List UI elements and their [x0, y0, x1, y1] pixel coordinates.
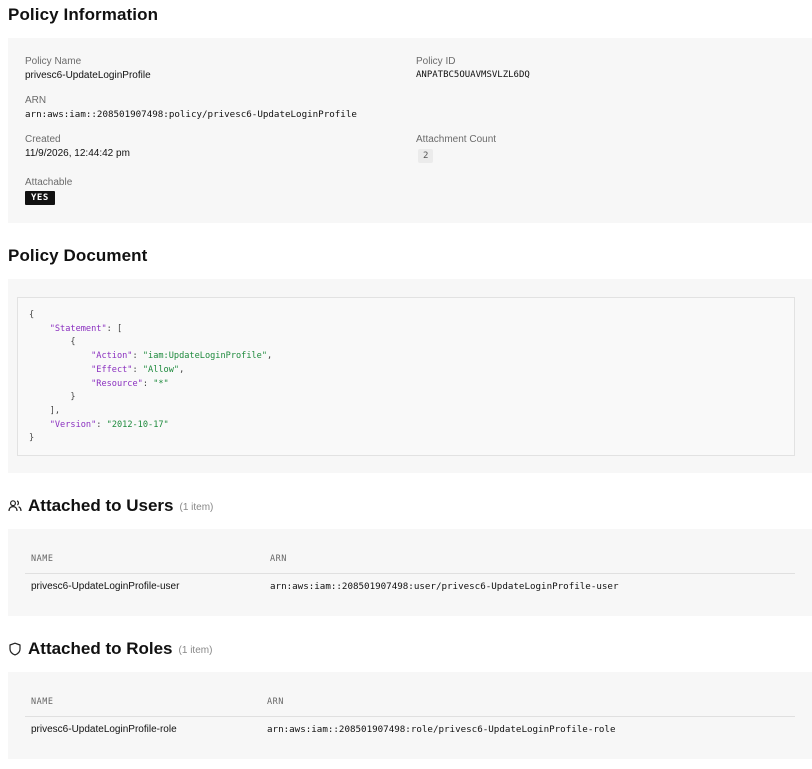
- user-arn-cell: arn:aws:iam::208501907498:user/privesc6-…: [270, 581, 619, 592]
- json-punct: :: [96, 419, 107, 430]
- attached-roles-title: Attached to Roles: [28, 639, 173, 658]
- code-line: "Version": "2012-10-17": [29, 419, 783, 433]
- users-col-arn: ARN: [270, 554, 287, 564]
- json-punct: {: [29, 310, 35, 320]
- policy-id-label: Policy ID: [416, 56, 456, 67]
- attachment-count-badge: 2: [418, 149, 434, 163]
- users-table-divider: [25, 573, 795, 574]
- policy-name-value: privesc6-UpdateLoginProfile: [25, 70, 151, 81]
- json-punct: }: [29, 392, 76, 403]
- roles-col-name: NAME: [31, 697, 54, 707]
- json-key: "Statement": [49, 323, 107, 334]
- json-key: "Effect": [91, 364, 133, 375]
- json-punct: }: [29, 433, 35, 444]
- attached-users-count: (1 item): [179, 501, 214, 513]
- json-key: "Resource": [91, 378, 143, 389]
- arn-value: arn:aws:iam::208501907498:policy/privesc…: [25, 109, 357, 120]
- json-punct: : [: [106, 323, 123, 334]
- attached-users-header: Attached to Users (1 item): [8, 496, 213, 516]
- users-icon: [8, 500, 22, 512]
- roles-table-divider: [25, 716, 795, 717]
- json-punct: ,: [267, 351, 273, 362]
- json-punct: {: [29, 337, 76, 348]
- code-line: ],: [29, 405, 783, 419]
- json-value: "*": [153, 378, 169, 389]
- json-punct: [29, 365, 91, 375]
- json-punct: [29, 379, 91, 389]
- policy-name-label: Policy Name: [25, 56, 82, 67]
- code-line: {: [29, 309, 783, 323]
- roles-col-arn: ARN: [267, 697, 284, 707]
- users-col-name: NAME: [31, 554, 54, 564]
- policy-information-title: Policy Information: [8, 5, 159, 24]
- shield-icon: [9, 642, 21, 656]
- policy-id-value: ANPATBC5OUAVMSVLZL6DQ: [416, 70, 530, 80]
- attachable-label: Attachable: [25, 177, 73, 188]
- code-line: }: [29, 432, 783, 446]
- code-line: {: [29, 336, 783, 350]
- json-value: "iam:UpdateLoginProfile": [142, 351, 268, 362]
- json-punct: ],: [29, 405, 61, 416]
- policy-document-title: Policy Document: [8, 246, 148, 265]
- json-punct: ,: [179, 364, 185, 375]
- json-key: "Version": [49, 419, 97, 430]
- attachment-count-label: Attachment Count: [416, 134, 497, 145]
- role-name-cell[interactable]: privesc6-UpdateLoginProfile-role: [31, 724, 177, 735]
- json-punct: :: [132, 364, 143, 375]
- user-name-cell[interactable]: privesc6-UpdateLoginProfile-user: [31, 581, 179, 592]
- code-line: "Action": "iam:UpdateLoginProfile",: [29, 350, 783, 364]
- attached-users-title: Attached to Users: [28, 496, 174, 515]
- arn-label: ARN: [25, 95, 47, 106]
- json-punct: [29, 324, 50, 334]
- json-punct: [29, 351, 91, 361]
- attached-roles-count: (1 item): [178, 644, 213, 656]
- code-line: "Resource": "*": [29, 378, 783, 392]
- json-punct: :: [132, 351, 143, 362]
- json-value: "Allow": [142, 364, 180, 375]
- attached-roles-header: Attached to Roles (1 item): [8, 639, 212, 659]
- json-value: "2012-10-17": [106, 419, 169, 430]
- code-line: }: [29, 391, 783, 405]
- policy-document-code: { "Statement": [ { "Action": "iam:Update…: [17, 297, 795, 456]
- code-line: "Effect": "Allow",: [29, 364, 783, 378]
- created-value: 11/9/2026, 12:44:42 pm: [25, 148, 130, 159]
- json-punct: :: [142, 378, 154, 389]
- json-punct: [29, 420, 50, 430]
- created-label: Created: [25, 134, 61, 145]
- attachable-badge: YES: [25, 191, 55, 205]
- json-key: "Action": [91, 351, 133, 362]
- code-line: "Statement": [: [29, 323, 783, 337]
- role-arn-cell: arn:aws:iam::208501907498:role/privesc6-…: [267, 724, 616, 735]
- policy-information-panel: Policy Name privesc6-UpdateLoginProfile …: [8, 38, 812, 223]
